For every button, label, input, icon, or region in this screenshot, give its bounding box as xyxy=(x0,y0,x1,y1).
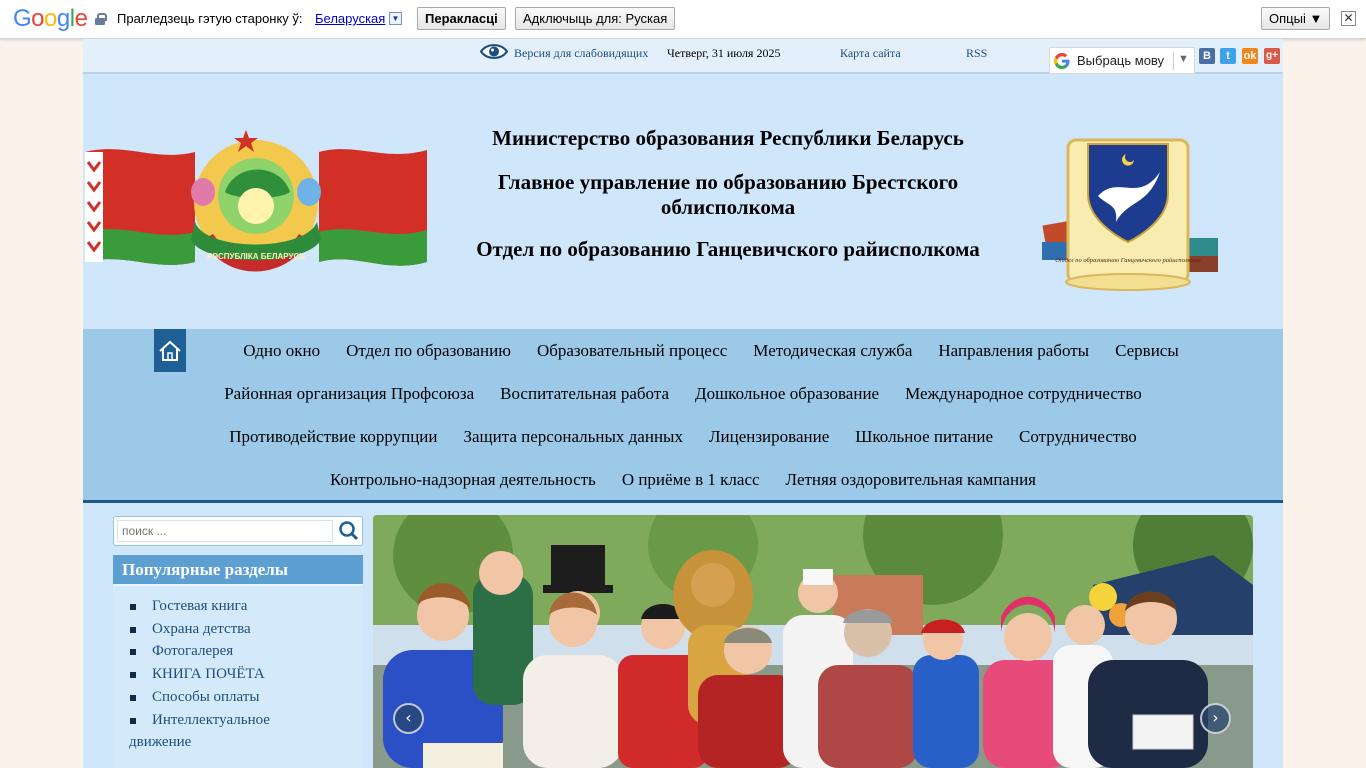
close-icon[interactable]: ✕ xyxy=(1341,11,1356,26)
nav-item-personal-data[interactable]: Защита персональных данных xyxy=(463,427,682,447)
twitter-icon[interactable]: t xyxy=(1220,48,1236,64)
nav-item-upbringing-work[interactable]: Воспитательная работа xyxy=(500,384,669,404)
nav-item-services[interactable]: Сервисы xyxy=(1115,341,1179,361)
department-emblem-image: Отдел по образованию Ганцевичского райис… xyxy=(1042,138,1218,291)
google-g-icon xyxy=(1054,53,1070,69)
nav-item-methodical-service[interactable]: Методическая служба xyxy=(753,341,912,361)
list-item[interactable]: КНИГА ПОЧЁТА xyxy=(129,663,363,686)
popular-sections-list: Гостевая книга Охрана детства Фотогалере… xyxy=(113,586,363,754)
list-item[interactable]: Интеллектуальное движение xyxy=(129,709,363,754)
nav-row-2: Районная организация Профсоюза Воспитател… xyxy=(83,384,1283,404)
language-select-label: Выбраць мову xyxy=(1077,53,1165,68)
translate-language-link[interactable]: Беларуская xyxy=(315,11,385,26)
lock-icon xyxy=(95,13,107,25)
translate-prompt: Прагледзець гэтую старонку ў: xyxy=(117,11,303,26)
top-utility-bar: Версия для слабовидящих Четверг, 31 июля… xyxy=(83,39,1283,74)
belarus-emblem-flags-image: РЭСПУБЛІКА БЕЛАРУСЬ xyxy=(85,130,427,272)
google-logo: Google xyxy=(13,5,88,32)
nav-row-4: Контрольно-надзорная деятельность О приём… xyxy=(83,470,1283,490)
slider-next-button[interactable]: › xyxy=(1200,703,1231,734)
list-item-line: движение xyxy=(129,734,192,751)
nav-row-1: Одно окно Отдел по образованию Образовател… xyxy=(83,341,1283,361)
translate-button[interactable]: Перакласці xyxy=(417,7,506,30)
list-item[interactable]: Охрана детства xyxy=(129,618,363,641)
nav-item-international-cooperation[interactable]: Международное сотрудничество xyxy=(905,384,1142,404)
ministry-title: Министерство образования Республики Бела… xyxy=(492,126,964,150)
options-button[interactable]: Опцыі ▼ xyxy=(1261,7,1331,30)
nav-item-first-grade-admission[interactable]: О приёме в 1 класс xyxy=(622,470,760,490)
nav-item-work-directions[interactable]: Направления работы xyxy=(938,341,1089,361)
visually-impaired-link[interactable]: Версия для слабовидящих xyxy=(514,46,648,61)
nav-item-trade-union[interactable]: Районная организация Профсоюза xyxy=(224,384,474,404)
divider xyxy=(1173,52,1174,70)
list-item[interactable]: Способы оплаты xyxy=(129,686,363,709)
nav-item-education-department[interactable]: Отдел по образованию xyxy=(346,341,511,361)
svg-text:РЭСПУБЛІКА БЕЛАРУСЬ: РЭСПУБЛІКА БЕЛАРУСЬ xyxy=(207,252,305,261)
translate-bar: Google Прагледзець гэтую старонку ў: Бел… xyxy=(0,0,1366,39)
svg-text:Отдел по образованию Ганцевичс: Отдел по образованию Ганцевичского райис… xyxy=(1055,257,1200,264)
sitemap-link[interactable]: Карта сайта xyxy=(840,46,901,61)
nav-item-licensing[interactable]: Лицензирование xyxy=(709,427,829,447)
main-navigation: Одно окно Отдел по образованию Образовател… xyxy=(83,329,1283,503)
vk-icon[interactable]: В xyxy=(1199,48,1215,64)
nav-row-3: Противодействие коррупции Защита персонал… xyxy=(83,427,1283,447)
nav-item-supervision[interactable]: Контрольно-надзорная деятельность xyxy=(330,470,596,490)
slider-prev-button[interactable]: ‹ xyxy=(393,703,424,734)
current-date: Четверг, 31 июля 2025 xyxy=(667,46,781,60)
popular-sections-title: Популярные разделы xyxy=(113,555,363,586)
site-header: РЭСПУБЛІКА БЕЛАРУСЬ Министерство образов… xyxy=(83,76,1283,329)
list-item[interactable]: Гостевая книга xyxy=(129,595,363,618)
nav-item-single-window[interactable]: Одно окно xyxy=(243,341,320,361)
list-item[interactable]: Фотогалерея xyxy=(129,640,363,663)
chevron-down-icon: ▼ xyxy=(1178,53,1189,65)
disable-translate-button[interactable]: Адключыць для: Руская xyxy=(515,7,676,30)
odnoklassniki-icon[interactable]: ok xyxy=(1242,48,1258,64)
list-item-line: Интеллектуальное xyxy=(152,711,270,728)
search-input[interactable] xyxy=(117,520,333,542)
nav-item-educational-process[interactable]: Образовательный процесс xyxy=(537,341,727,361)
slide-photo-image xyxy=(373,515,1253,768)
regional-directorate-title: Главное управление по образованию Брестс… xyxy=(497,170,959,219)
search-icon[interactable] xyxy=(336,518,361,544)
nav-item-summer-campaign[interactable]: Летняя оздоровительная кампания xyxy=(786,470,1036,490)
popular-sections-panel: Популярные разделы Гостевая книга Охрана… xyxy=(113,555,363,768)
google-plus-icon[interactable]: g+ xyxy=(1264,48,1280,64)
language-dropdown-icon[interactable]: ▼ xyxy=(389,12,402,25)
nav-item-school-meals[interactable]: Школьное питание xyxy=(855,427,993,447)
header-titles: Министерство образования Республики Бела… xyxy=(453,126,1003,262)
photo-slider: ‹ › xyxy=(373,515,1253,768)
language-select[interactable]: Выбраць мову ▼ xyxy=(1049,47,1195,74)
search-box xyxy=(113,516,363,546)
page: Версия для слабовидящих Четверг, 31 июля… xyxy=(83,39,1283,768)
eye-icon[interactable] xyxy=(480,43,508,60)
rss-link[interactable]: RSS xyxy=(966,46,987,61)
nav-item-cooperation[interactable]: Сотрудничество xyxy=(1019,427,1137,447)
department-title: Отдел по образованию Ганцевичского райис… xyxy=(476,237,980,261)
nav-item-preschool-education[interactable]: Дошкольное образование xyxy=(695,384,879,404)
nav-item-anti-corruption[interactable]: Противодействие коррупции xyxy=(229,427,437,447)
